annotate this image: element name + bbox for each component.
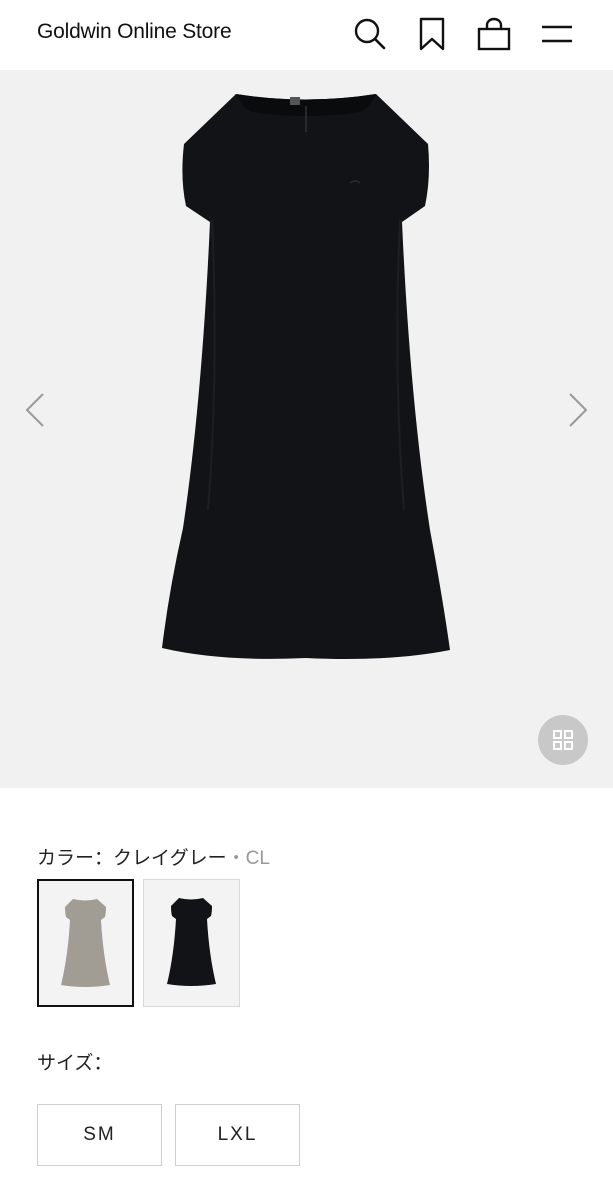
chevron-right-icon[interactable] (558, 386, 598, 434)
selected-color-code: CL (245, 848, 270, 869)
size-option-lxl[interactable]: LXL (175, 1104, 300, 1166)
chevron-left-icon[interactable] (15, 386, 55, 434)
store-logo-text[interactable]: Goldwin Online Store (37, 20, 232, 44)
bookmark-icon[interactable] (412, 14, 452, 54)
color-swatch-black[interactable] (143, 879, 240, 1007)
site-header: Goldwin Online Store (0, 0, 613, 70)
color-swatch-claygray[interactable] (37, 879, 134, 1007)
product-image-gallery[interactable] (0, 70, 613, 788)
selected-color-name: クレイグレー (113, 848, 227, 869)
grid-icon[interactable] (538, 715, 588, 765)
color-label: カラー：クレイグレー・CL (37, 843, 270, 870)
shopping-bag-icon[interactable] (474, 14, 514, 54)
swatch-image-black-dress (167, 898, 216, 986)
search-icon[interactable] (350, 14, 390, 54)
color-label-prefix: カラー： (37, 848, 114, 869)
swatch-image-gray-dress (61, 899, 110, 987)
menu-icon[interactable] (537, 14, 577, 54)
color-separator: ・ (226, 848, 246, 869)
product-image-black-dress (162, 94, 450, 659)
size-option-sm[interactable]: SM (37, 1104, 162, 1166)
size-label: サイズ： (37, 1053, 113, 1074)
